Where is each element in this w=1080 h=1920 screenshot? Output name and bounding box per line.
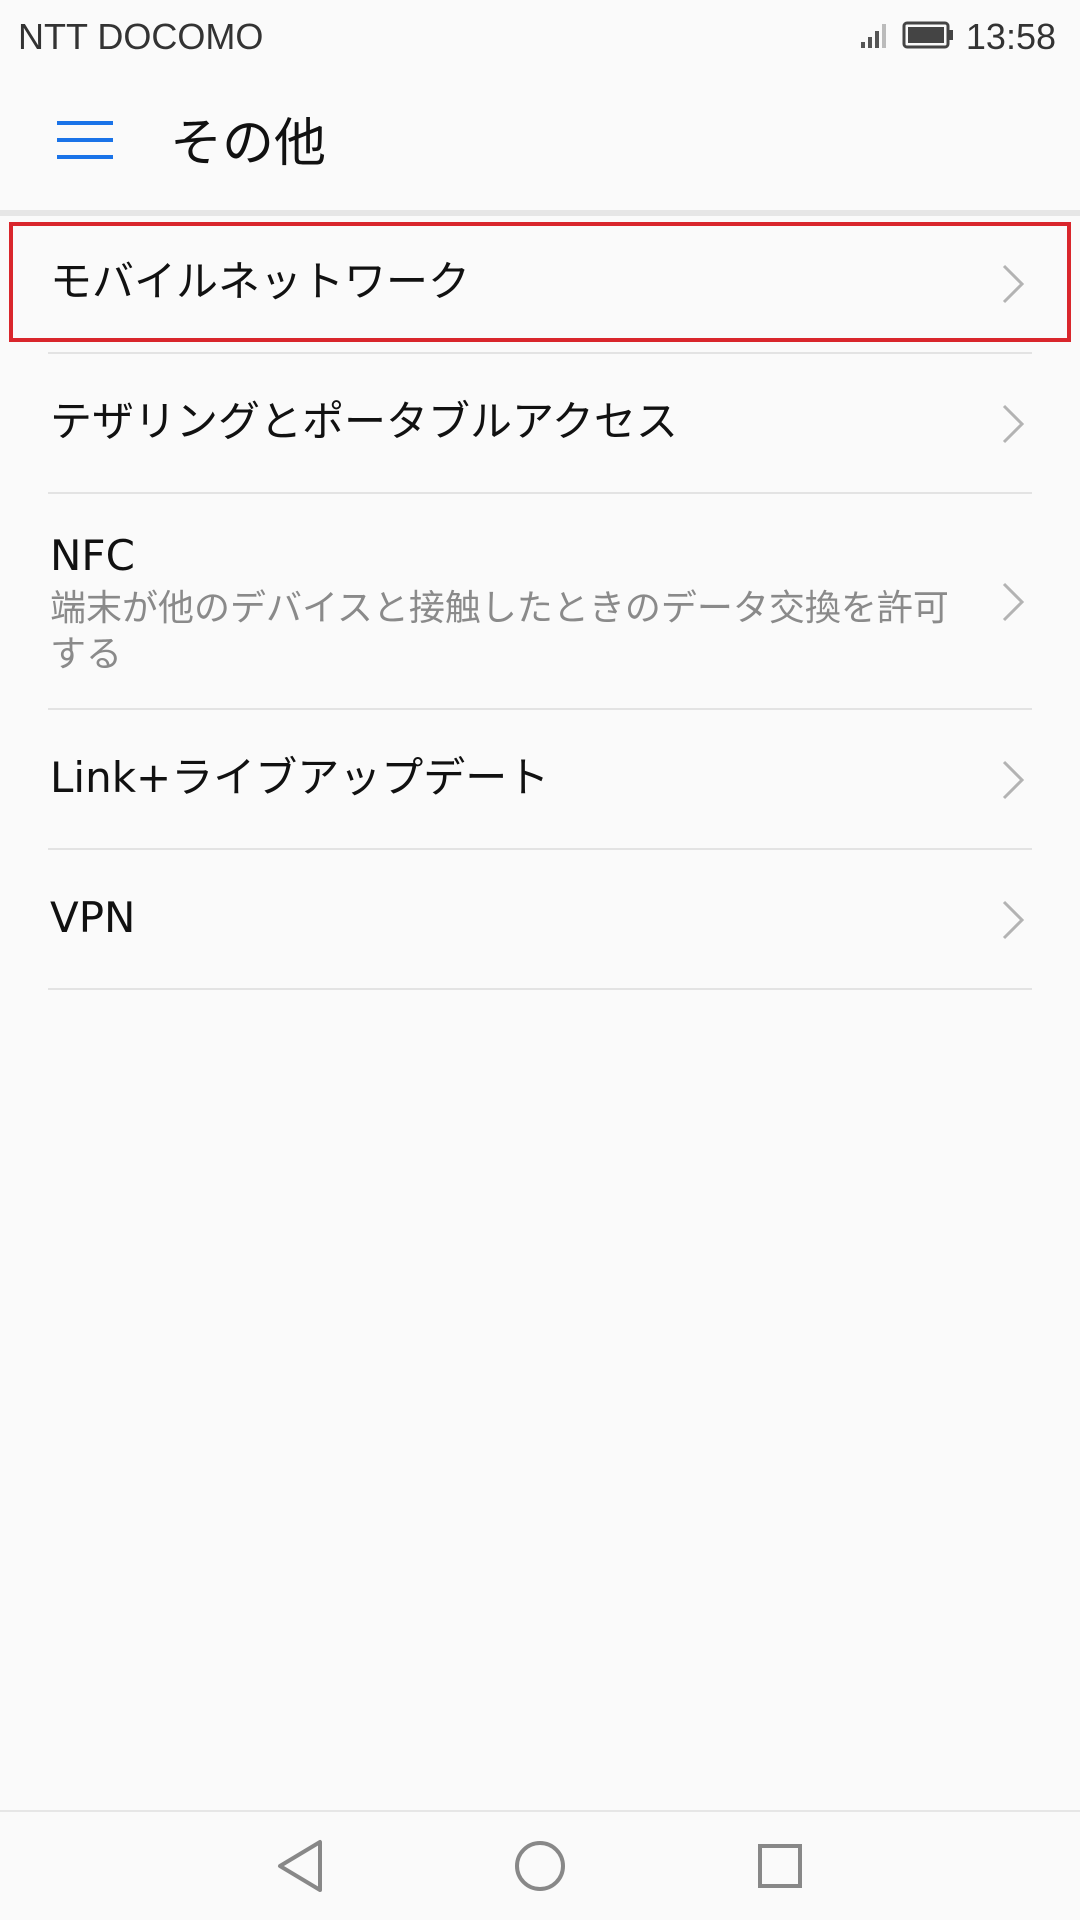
status-bar: NTT DOCOMO 13:58 <box>0 0 1080 74</box>
signal-icon <box>860 20 890 54</box>
battery-icon <box>902 20 954 54</box>
chevron-right-icon <box>998 262 1028 306</box>
list-item-nfc[interactable]: NFC 端末が他のデバイスと接触したときのデータ交換を許可する <box>0 494 1080 710</box>
item-title: モバイルネットワーク <box>50 257 471 306</box>
menu-button[interactable] <box>40 104 130 180</box>
chevron-right-icon <box>998 898 1028 942</box>
page-title: その他 <box>170 114 327 174</box>
recents-button[interactable] <box>740 1828 820 1908</box>
app-bar: その他 <box>0 74 1080 216</box>
recents-icon <box>756 1842 804 1894</box>
chevron-right-icon <box>998 580 1028 624</box>
carrier-name: NTT DOCOMO <box>18 16 264 57</box>
home-icon <box>513 1839 567 1897</box>
item-title: テザリングとポータブルアクセス <box>50 397 678 446</box>
list-item-mobile-network[interactable]: モバイルネットワーク <box>0 216 1080 354</box>
chevron-right-icon <box>998 402 1028 446</box>
status-time: 13:58 <box>965 16 1056 57</box>
list-item-tethering[interactable]: テザリングとポータブルアクセス <box>0 354 1080 494</box>
item-subtitle: 端末が他のデバイスと接触したときのデータ交換を許可する <box>50 588 949 675</box>
item-title: Link+ライブアップデート <box>50 753 550 802</box>
settings-list: モバイルネットワーク テザリングとポータブルアクセス NFC 端末が他のデバイス… <box>0 216 1080 990</box>
list-item-vpn[interactable]: VPN <box>0 850 1080 990</box>
item-title: NFC <box>50 531 135 580</box>
back-button[interactable] <box>260 1828 340 1908</box>
hamburger-menu-icon <box>57 119 113 165</box>
back-icon <box>274 1838 326 1898</box>
navigation-bar <box>0 1810 1080 1920</box>
list-item-link-plus[interactable]: Link+ライブアップデート <box>0 710 1080 850</box>
item-title: VPN <box>50 893 136 942</box>
status-icons: 13:58 <box>860 14 1056 60</box>
home-button[interactable] <box>500 1828 580 1908</box>
chevron-right-icon <box>998 758 1028 802</box>
